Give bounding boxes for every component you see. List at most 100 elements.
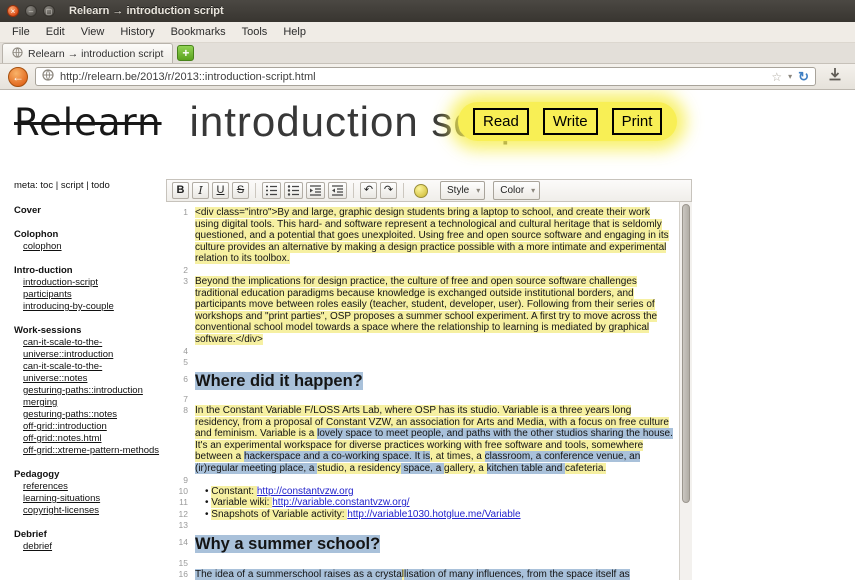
meta-link-toc[interactable]: toc [40, 180, 53, 191]
window-title: Relearn → introduction script [69, 5, 224, 17]
sidebar-item[interactable]: can-it-scale-to-the-universe::notes [14, 361, 160, 385]
meta-link-todo[interactable]: todo [91, 180, 110, 191]
back-button[interactable]: ← [8, 67, 28, 87]
window-maximize-button[interactable]: ◻ [43, 5, 55, 17]
write-button[interactable]: Write [543, 108, 598, 135]
menu-item-file[interactable]: File [4, 24, 38, 40]
line-number: 12 [166, 509, 195, 521]
text-segment: Variable wiki: [211, 497, 272, 508]
reload-icon[interactable]: ↻ [798, 69, 809, 85]
link[interactable]: http://variable.constantvzw.org/ [272, 497, 409, 508]
editor-line[interactable]: 13 [166, 520, 679, 531]
menu-item-bookmarks[interactable]: Bookmarks [163, 24, 234, 40]
url-text[interactable]: http://relearn.be/2013/r/2013::introduct… [60, 71, 765, 83]
sidebar-item[interactable]: can-it-scale-to-the-universe::introducti… [14, 337, 160, 361]
line-number: 9 [166, 475, 195, 486]
text-segment: Beyond the implications for design pract… [195, 276, 657, 345]
line-number: 13 [166, 520, 195, 531]
menu-item-tools[interactable]: Tools [234, 24, 276, 40]
editor-line[interactable]: 8In the Constant Variable F/LOSS Arts La… [166, 405, 679, 475]
underline-button[interactable]: U [212, 182, 229, 199]
new-tab-button[interactable]: + [177, 45, 194, 61]
line-number: 8 [166, 405, 195, 475]
editor-line[interactable]: 12• Snapshots of Variable activity: http… [166, 509, 679, 521]
editor-line[interactable]: 2 [166, 265, 679, 276]
download-icon[interactable] [823, 67, 847, 87]
sidebar-item[interactable]: off-grid::xtreme-pattern-methods [14, 445, 160, 457]
url-dropdown-icon[interactable]: ▾ [788, 72, 792, 81]
editor-lines[interactable]: 1<div class="intro">By and large, graphi… [166, 202, 679, 580]
browser-window: × – ◻ Relearn → introduction script File… [0, 0, 855, 580]
sidebar-item[interactable]: debrief [14, 541, 160, 553]
editor-line[interactable]: 9 [166, 475, 679, 486]
sidebar-item[interactable]: gesturing-paths::introduction [14, 385, 160, 397]
bold-button[interactable]: B [172, 182, 189, 199]
menu-item-help[interactable]: Help [275, 24, 314, 40]
menu-item-edit[interactable]: Edit [38, 24, 73, 40]
editor-line[interactable]: 5 [166, 357, 679, 368]
sidebar-section: Intro-ductionintroduction-scriptparticip… [14, 265, 160, 313]
redo-button[interactable]: ↷ [380, 182, 397, 199]
sidebar-item[interactable]: introducing-by-couple [14, 301, 160, 313]
text-segment: Why a summer school? [195, 535, 380, 553]
text-segment: Constant: [211, 486, 257, 497]
link[interactable]: http://variable1030.hotglue.me/Variable [347, 509, 520, 520]
line-number: 16 [166, 569, 195, 580]
line-number: 11 [166, 497, 195, 509]
indent-icon[interactable] [306, 182, 325, 199]
style-select[interactable]: Style ▾ [440, 181, 485, 200]
undo-button[interactable]: ↶ [360, 182, 377, 199]
editor-line[interactable]: 14Why a summer school? [166, 531, 679, 557]
editor-line[interactable]: 16The idea of a summerschool raises as a… [166, 569, 679, 580]
toolbar-separator [353, 183, 354, 198]
italic-button[interactable]: I [192, 182, 209, 199]
outdent-icon[interactable] [328, 182, 347, 199]
url-bar[interactable]: http://relearn.be/2013/r/2013::introduct… [35, 67, 816, 86]
color-select[interactable]: Color ▾ [493, 181, 540, 200]
meta-link-script[interactable]: script [61, 180, 84, 191]
print-button[interactable]: Print [612, 108, 663, 135]
editor-line[interactable]: 10• Constant: http://constantvzw.org [166, 486, 679, 498]
sidebar-item[interactable]: references [14, 481, 160, 493]
site-logo[interactable]: Relearn [14, 101, 162, 144]
sidebar-item[interactable]: off-grid::notes.html [14, 433, 160, 445]
editor-line[interactable]: 6Where did it happen? [166, 368, 679, 394]
sidebar-item[interactable]: colophon [14, 241, 160, 253]
link[interactable]: http://constantvzw.org [257, 486, 354, 497]
meta-label: meta: [14, 180, 38, 191]
text-segment: <div class="intro">By and large, graphic… [195, 207, 669, 264]
editor-scrollbar[interactable] [679, 202, 692, 580]
text-segment: The idea of a summerschool raises as a c… [195, 569, 402, 580]
editor-line[interactable]: 11• Variable wiki: http://variable.const… [166, 497, 679, 509]
globe-icon [12, 45, 23, 63]
scrollbar-thumb[interactable] [682, 204, 690, 503]
window-minimize-button[interactable]: – [25, 5, 37, 17]
menu-item-history[interactable]: History [112, 24, 162, 40]
sidebar-item[interactable]: copyright-licenses [14, 505, 160, 517]
sidebar-item[interactable]: gesturing-paths::notes [14, 409, 160, 421]
sidebar-section-title: Cover [14, 205, 160, 217]
sidebar-item[interactable]: introduction-script [14, 277, 160, 289]
line-number: 2 [166, 265, 195, 276]
author-colors-icon[interactable] [414, 184, 428, 198]
sidebar-item[interactable]: participants [14, 289, 160, 301]
editor-line[interactable]: 15 [166, 558, 679, 569]
style-select-value: Style [447, 185, 469, 196]
sidebar-item[interactable]: off-grid::introduction [14, 421, 160, 433]
sidebar-section: Debriefdebrief [14, 529, 160, 553]
tab-relearn[interactable]: Relearn → introduction script [2, 43, 173, 63]
sidebar-item[interactable]: learning-situations [14, 493, 160, 505]
bookmark-star-icon[interactable]: ☆ [771, 70, 782, 84]
line-number: 3 [166, 276, 195, 346]
editor-line[interactable]: 7 [166, 394, 679, 405]
sidebar-item[interactable]: merging [14, 397, 160, 409]
strikethrough-button[interactable]: S [232, 182, 249, 199]
editor-line[interactable]: 1<div class="intro">By and large, graphi… [166, 207, 679, 265]
window-close-button[interactable]: × [7, 5, 19, 17]
menu-item-view[interactable]: View [73, 24, 113, 40]
ordered-list-icon[interactable] [262, 182, 281, 199]
editor-line[interactable]: 3Beyond the implications for design prac… [166, 276, 679, 346]
editor-line[interactable]: 4 [166, 346, 679, 357]
unordered-list-icon[interactable] [284, 182, 303, 199]
read-button[interactable]: Read [473, 108, 529, 135]
